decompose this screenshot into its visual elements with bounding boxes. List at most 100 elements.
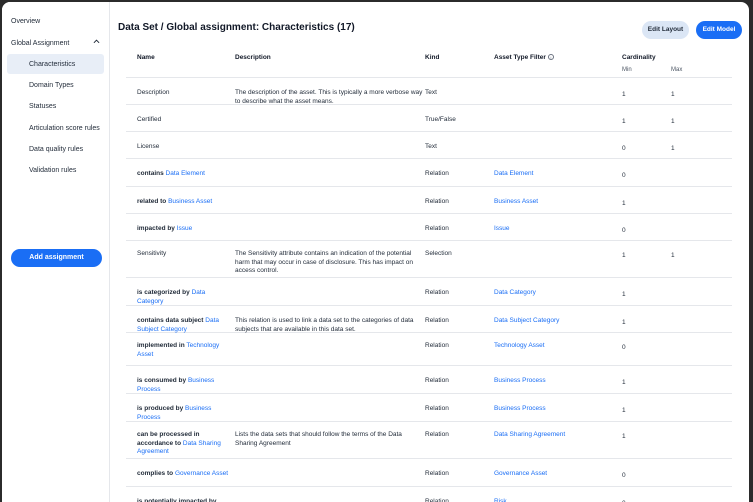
table-row[interactable]: License Text 0 1 xyxy=(126,132,732,159)
name-cell: Description xyxy=(137,89,229,98)
max-cardinality: 1 xyxy=(671,252,675,259)
sidebar-item-statuses[interactable]: Statuses xyxy=(29,103,56,110)
attribute-name: Sensitivity xyxy=(137,250,167,257)
sidebar-item-overview[interactable]: Overview xyxy=(11,18,40,25)
asset-type-filter-link[interactable]: Data Subject Category xyxy=(494,317,619,326)
name-cell: contains Data Element xyxy=(137,170,229,179)
table-row[interactable]: Certified True/False 1 1 xyxy=(126,105,732,132)
table-row[interactable]: related to Business Asset Relation Busines… xyxy=(126,187,732,214)
description-cell: The Sensitivity attribute contains an in… xyxy=(235,250,413,274)
kind-cell: Relation xyxy=(425,377,449,384)
column-header-description[interactable]: Description xyxy=(235,54,271,61)
name-cell: is categorized by Data Category xyxy=(137,289,229,306)
table-row[interactable]: Description The description of the asset.… xyxy=(126,78,732,105)
table-row[interactable]: is produced by Business Process Relation B… xyxy=(126,394,732,422)
sidebar-item-domain-types[interactable]: Domain Types xyxy=(29,82,74,89)
column-header-cardinality: Cardinality xyxy=(622,54,656,61)
kind-cell: Relation xyxy=(425,405,449,412)
relation-name: implemented in xyxy=(137,342,185,349)
min-cardinality: 1 xyxy=(622,252,626,259)
name-cell: impacted by Issue xyxy=(137,225,229,234)
asset-type-filter-link[interactable]: Business Process xyxy=(494,377,619,386)
chevron-up-icon[interactable] xyxy=(93,38,100,45)
table-row[interactable]: can be processed in accordance to Data S… xyxy=(126,422,732,459)
sidebar-item-data-quality-rules[interactable]: Data quality rules xyxy=(29,146,83,153)
min-cardinality: 1 xyxy=(622,200,626,207)
column-header-max[interactable]: Max xyxy=(671,67,682,73)
attribute-name: License xyxy=(137,143,160,150)
relation-name: complies to xyxy=(137,470,174,477)
asset-type-filter-link[interactable]: Data Element xyxy=(494,170,619,179)
table-row[interactable]: implemented in Technology Asset Relation T… xyxy=(126,333,732,366)
relation-name: is categorized by xyxy=(137,289,190,296)
max-cardinality: 1 xyxy=(671,145,675,152)
relation-name: is consumed by xyxy=(137,377,187,384)
asset-type-filter-link[interactable]: Business Process xyxy=(494,405,619,414)
kind-cell: Text xyxy=(425,89,437,96)
target-asset-link[interactable]: Data Element xyxy=(166,170,205,177)
min-cardinality: 1 xyxy=(622,319,626,326)
sidebar-item-characteristics[interactable]: Characteristics xyxy=(29,61,75,68)
asset-type-filter-link[interactable]: Technology Asset xyxy=(494,342,619,351)
kind-cell: Relation xyxy=(425,431,449,438)
asset-type-filter-link[interactable]: Data Sharing Agreement xyxy=(494,431,619,440)
min-cardinality: 1 xyxy=(622,291,626,298)
info-icon[interactable]: i xyxy=(547,54,554,61)
min-cardinality: 0 xyxy=(622,472,626,479)
name-cell: Certified xyxy=(137,116,229,125)
sidebar: Overview Global Assignment Characteristi… xyxy=(2,2,110,502)
column-header-asset-type-filter[interactable]: Asset Type Filter i xyxy=(494,54,554,61)
target-asset-link[interactable]: Business Asset xyxy=(168,198,212,205)
add-assignment-button[interactable]: Add assignment xyxy=(11,249,102,267)
asset-type-filter-link[interactable]: Risk xyxy=(494,498,619,502)
table-row[interactable]: contains data subject Data Subject Categ… xyxy=(126,306,732,333)
column-header-min[interactable]: Min xyxy=(622,67,632,73)
name-cell: related to Business Asset xyxy=(137,198,229,207)
target-asset-link[interactable]: Governance Asset xyxy=(175,470,228,477)
kind-cell: Selection xyxy=(425,250,452,257)
kind-cell: Relation xyxy=(425,198,449,205)
name-cell: is produced by Business Process xyxy=(137,405,229,422)
table-row[interactable]: is potentially impacted by RelationRisk0 xyxy=(126,487,732,502)
edit-model-button[interactable]: Edit Model xyxy=(696,21,742,39)
asset-type-filter-link[interactable]: Governance Asset xyxy=(494,470,619,479)
table-row[interactable]: Sensitivity The Sensitivity attribute con… xyxy=(126,241,732,278)
min-cardinality: 0 xyxy=(622,344,626,351)
kind-cell: Relation xyxy=(425,470,449,477)
sidebar-item-global-assignment[interactable]: Global Assignment xyxy=(11,40,69,47)
sidebar-item-articulation-score-rules[interactable]: Articulation score rules xyxy=(29,125,100,132)
target-asset-link[interactable]: Issue xyxy=(177,225,193,232)
min-cardinality: 0 xyxy=(622,145,626,152)
min-cardinality: 0 xyxy=(622,172,626,179)
kind-cell: Text xyxy=(425,143,437,150)
column-header-name[interactable]: Name xyxy=(137,54,155,61)
kind-cell: True/False xyxy=(425,116,456,123)
name-cell: is consumed by Business Process xyxy=(137,377,229,394)
asset-type-filter-link[interactable]: Business Asset xyxy=(494,198,619,207)
description-cell: This relation is used to link a data set… xyxy=(235,317,414,333)
app-window: Overview Global Assignment Characteristi… xyxy=(2,2,749,502)
name-cell: License xyxy=(137,143,229,152)
table-row[interactable]: complies to Governance Asset Relation Gove… xyxy=(126,459,732,487)
table-row[interactable]: is consumed by Business Process Relation B… xyxy=(126,366,732,394)
min-cardinality: 1 xyxy=(622,379,626,386)
sidebar-item-validation-rules[interactable]: Validation rules xyxy=(29,167,76,174)
table-row[interactable]: contains Data Element Relation Data Elemen… xyxy=(126,159,732,187)
kind-cell: Relation xyxy=(425,498,449,502)
kind-cell: Relation xyxy=(425,289,449,296)
edit-layout-button[interactable]: Edit Layout xyxy=(642,21,689,39)
asset-type-filter-link[interactable]: Issue xyxy=(494,225,619,234)
name-cell: Sensitivity xyxy=(137,250,229,259)
page-title: Data Set / Global assignment: Characteri… xyxy=(118,22,355,33)
name-cell: implemented in Technology Asset xyxy=(137,342,229,359)
asset-type-filter-link[interactable]: Data Category xyxy=(494,289,619,298)
table-row[interactable]: impacted by Issue Relation Issue 0 xyxy=(126,214,732,241)
main-content: Data Set / Global assignment: Characteri… xyxy=(110,2,749,502)
column-header-kind[interactable]: Kind xyxy=(425,54,439,61)
min-cardinality: 1 xyxy=(622,91,626,98)
description-cell: The description of the asset. This is ty… xyxy=(235,89,423,105)
max-cardinality: 1 xyxy=(671,91,675,98)
table-row[interactable]: is categorized by Data Category Relation D… xyxy=(126,278,732,306)
max-cardinality: 1 xyxy=(671,118,675,125)
name-cell: contains data subject Data Subject Categ… xyxy=(137,317,229,334)
